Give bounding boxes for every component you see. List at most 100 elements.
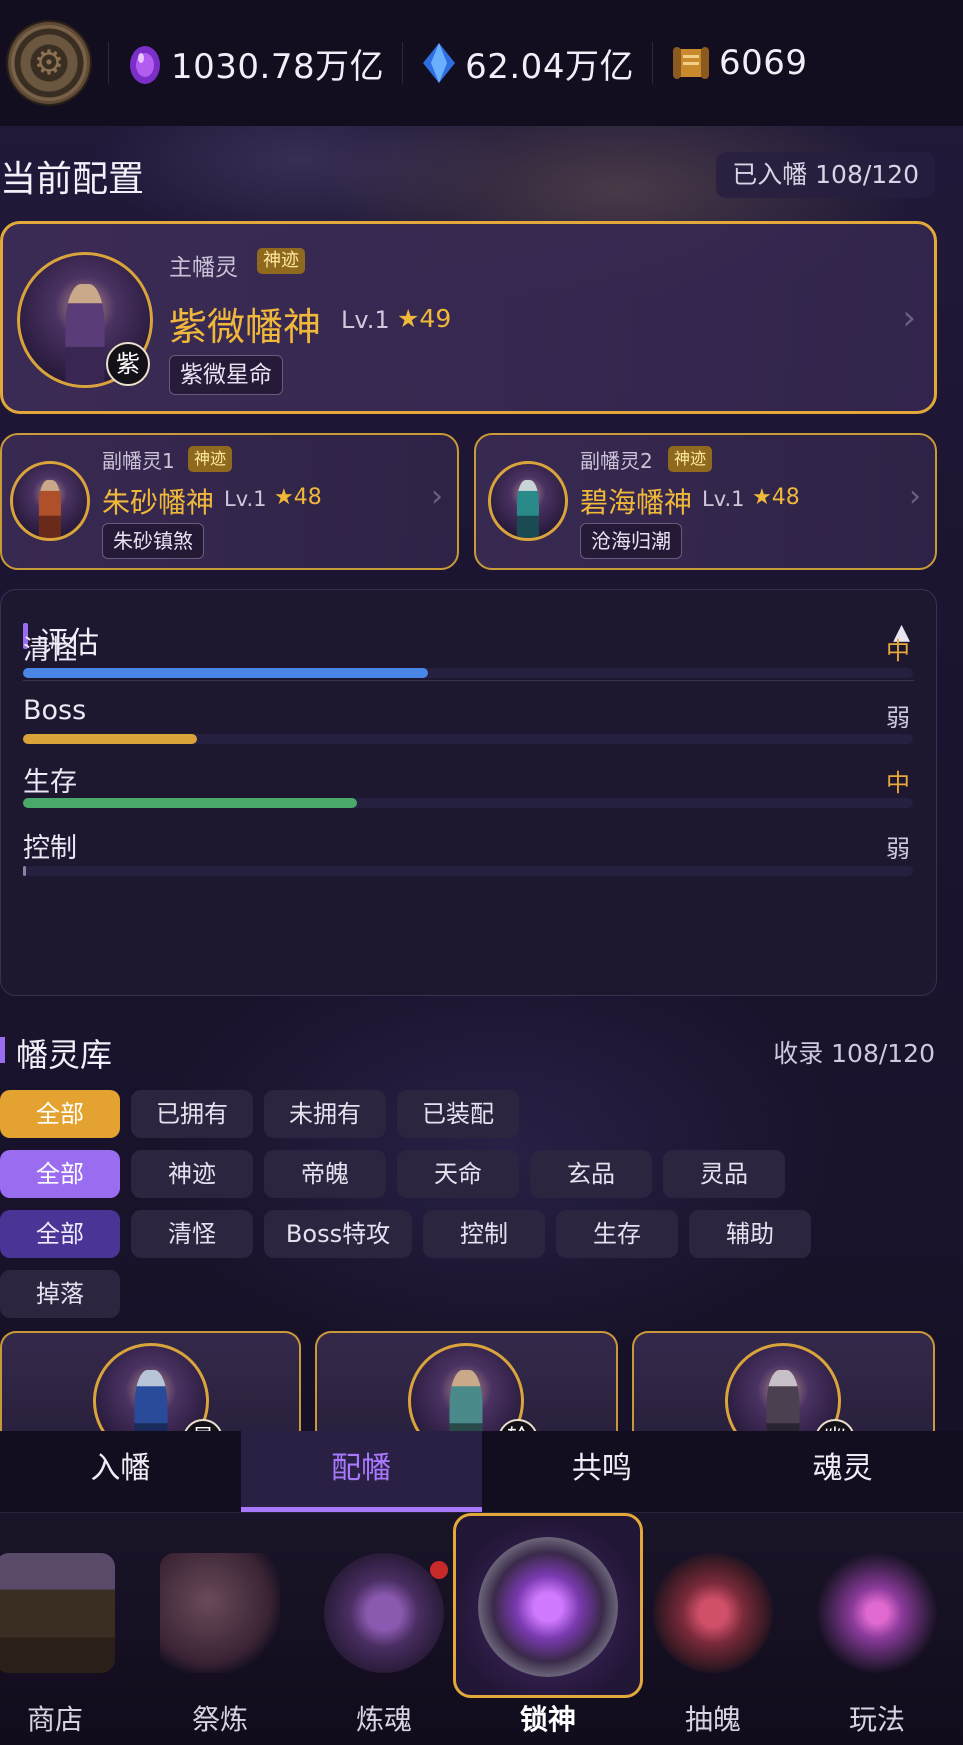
divider <box>108 42 109 84</box>
rarity-tag: 神迹 <box>257 248 305 274</box>
spirit-stars: ★48 <box>752 485 800 510</box>
role-label: 主幡灵 <box>169 255 238 281</box>
skill-tag: 朱砂镇煞 <box>102 523 204 559</box>
nav-shop[interactable]: 商店 <box>0 1513 135 1745</box>
nav-label: 祭炼 <box>191 1703 248 1736</box>
metric-name-boss: Boss <box>23 695 87 726</box>
resource-value: 1030.78万亿 <box>171 46 385 87</box>
metric-level-boss: 弱 <box>886 704 910 732</box>
main-spirit-card[interactable]: 紫 主幡灵 神迹 紫微幡神 Lv.1 ★49 紫微星命 › <box>0 221 937 414</box>
magic-circle-icon <box>817 1553 937 1673</box>
role-label: 副幡灵1 <box>102 449 175 473</box>
filter-chip[interactable]: 掉落 <box>0 1270 120 1318</box>
sub-spirit-card-1[interactable]: 副幡灵1 神迹 朱砂幡神 Lv.1 ★48 朱砂镇煞 › <box>0 433 459 570</box>
metric-name-control: 控制 <box>23 833 77 864</box>
tab-enlist[interactable]: 入幡 <box>0 1431 241 1512</box>
notification-dot <box>430 1561 448 1579</box>
filter-chip[interactable]: 玄品 <box>530 1150 652 1198</box>
metric-fill-control <box>23 866 26 876</box>
tab-soul[interactable]: 魂灵 <box>722 1431 963 1512</box>
sub-spirit-portrait <box>488 461 568 541</box>
metric-fill-boss <box>23 734 197 744</box>
filter-chip[interactable]: 神迹 <box>131 1150 253 1198</box>
soul-skull-icon <box>324 1553 444 1673</box>
filter-chip[interactable]: 控制 <box>423 1210 545 1258</box>
metric-name-clear: 清怪 <box>23 635 77 666</box>
spirit-name: 紫微幡神 <box>169 305 322 349</box>
spirit-name: 碧海幡神 <box>580 486 693 519</box>
filter-chip[interactable]: 天命 <box>397 1150 519 1198</box>
spirit-level: Lv.1 <box>341 306 390 334</box>
nav-label: 炼魂 <box>355 1703 412 1736</box>
filter-chip[interactable]: 已装配 <box>397 1090 519 1138</box>
divider <box>23 680 914 681</box>
filter-chip[interactable]: 辅助 <box>689 1210 811 1258</box>
nav-soul-forge[interactable]: 炼魂 <box>304 1513 464 1745</box>
nav-label: 抽魄 <box>684 1703 741 1736</box>
metric-track-control <box>23 866 913 876</box>
shop-stall-icon <box>0 1553 115 1673</box>
current-config-title: 当前配置 <box>0 159 145 200</box>
filter-chip[interactable]: 全部 <box>0 1210 120 1258</box>
chevron-right-icon: › <box>902 298 916 338</box>
scroll-icon <box>672 47 709 79</box>
metric-track-survival <box>23 798 913 808</box>
enlisted-count-badge: 已入幡 108/120 <box>716 152 935 198</box>
nav-refine[interactable]: 祭炼 <box>140 1513 300 1745</box>
evaluation-panel: 评估 ▲ 清怪中 Boss 弱生存中控制弱 <box>0 589 937 996</box>
blue-crystal-icon <box>423 43 456 83</box>
resource-value: 62.04万亿 <box>465 46 634 87</box>
element-badge: 紫 <box>106 342 150 386</box>
role-label: 副幡灵2 <box>580 449 653 473</box>
filter-chip[interactable]: 未拥有 <box>264 1090 386 1138</box>
sub-tab-bar: 入幡 配幡 共鸣 魂灵 <box>0 1431 963 1512</box>
metric-name-survival: 生存 <box>23 767 77 798</box>
resource-value: 6069 <box>718 43 808 83</box>
resource-scroll[interactable]: 6069 <box>671 33 808 93</box>
purple-egg-icon <box>130 46 160 84</box>
filter-chip[interactable]: 全部 <box>0 1090 120 1138</box>
filter-chip[interactable]: 帝魄 <box>264 1150 386 1198</box>
resource-purple-egg[interactable]: 1030.78万亿 <box>127 33 384 93</box>
spirit-stars: ★49 <box>397 304 452 333</box>
section-marker <box>0 1037 5 1063</box>
chevron-right-icon: › <box>431 479 443 514</box>
nav-draw-soul[interactable]: 抽魄 <box>633 1513 793 1745</box>
library-title: 幡灵库 <box>16 1036 113 1074</box>
tab-resonance[interactable]: 共鸣 <box>482 1431 723 1512</box>
settings-gear-icon[interactable]: ⚙ <box>8 22 90 104</box>
library-count: 收录 108/120 <box>773 1039 935 1068</box>
skill-tag: 沧海归潮 <box>580 523 682 559</box>
divider <box>651 42 653 84</box>
filter-chip[interactable]: 生存 <box>556 1210 678 1258</box>
metric-fill-survival <box>23 798 357 808</box>
vortex-gate-icon <box>653 1553 773 1673</box>
nav-label: 玩法 <box>848 1703 905 1736</box>
metric-track-clear <box>23 668 913 678</box>
nav-label: 商店 <box>26 1703 83 1736</box>
chevron-right-icon: › <box>909 479 921 514</box>
filter-chip[interactable]: 清怪 <box>131 1210 253 1258</box>
sub-spirit-card-2[interactable]: 副幡灵2 神迹 碧海幡神 Lv.1 ★48 沧海归潮 › <box>474 433 937 570</box>
tab-configure[interactable]: 配幡 <box>240 1431 482 1512</box>
filter-chip[interactable]: 灵品 <box>663 1150 785 1198</box>
resource-bar: ⚙ 1030.78万亿 62.04万亿 6069 <box>0 0 963 126</box>
skull-banner-icon <box>160 1553 280 1673</box>
metric-level-clear: 中 <box>886 637 910 665</box>
filter-chip[interactable]: Boss特攻 <box>264 1210 412 1258</box>
resource-blue-crystal[interactable]: 62.04万亿 <box>421 33 634 93</box>
nav-gameplay[interactable]: 玩法 <box>797 1513 957 1745</box>
skill-tag: 紫微星命 <box>169 355 283 395</box>
rarity-tag: 神迹 <box>188 446 233 472</box>
chained-skull-icon <box>478 1537 618 1677</box>
metric-fill-clear <box>23 668 428 678</box>
filter-chip[interactable]: 已拥有 <box>131 1090 253 1138</box>
spirit-stars: ★48 <box>274 485 322 510</box>
nav-lock-god[interactable]: 锁神 <box>453 1513 643 1745</box>
metric-track-boss <box>23 734 913 744</box>
filter-chip[interactable]: 全部 <box>0 1150 120 1198</box>
metric-level-survival: 中 <box>886 769 910 797</box>
rarity-tag: 神迹 <box>668 446 713 472</box>
spirit-name: 朱砂幡神 <box>102 486 215 519</box>
metric-level-control: 弱 <box>886 835 910 863</box>
